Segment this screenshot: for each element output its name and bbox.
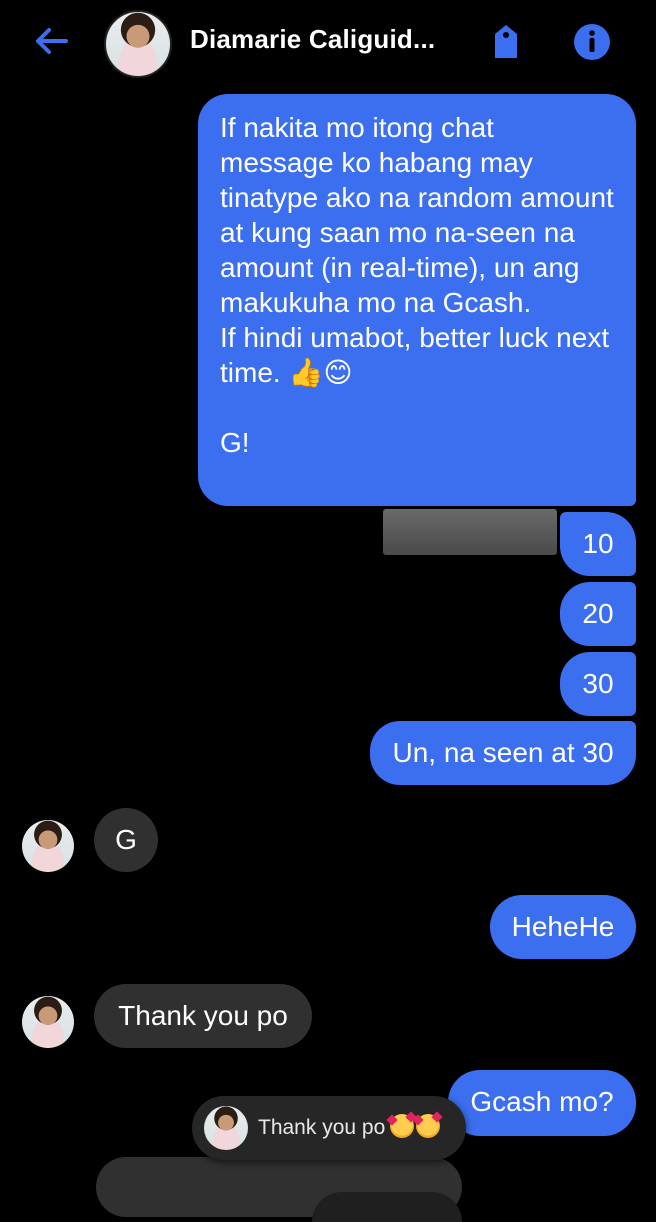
message-text: 10 (582, 528, 614, 559)
message-text: HeheHe (511, 911, 615, 942)
sender-avatar[interactable] (22, 996, 74, 1048)
message-bubble-incoming[interactable]: Thank you po (94, 984, 312, 1048)
message-bubble-partial[interactable] (312, 1192, 462, 1222)
smiling-face-with-hearts-icon (412, 1111, 443, 1138)
conversation-header: Diamarie Caliguid... (0, 0, 656, 84)
arrow-left-icon (36, 28, 68, 54)
contact-name[interactable]: Diamarie Caliguid... (190, 24, 450, 55)
message-text: Gcash mo? (470, 1086, 614, 1117)
message-bubble-outgoing[interactable]: 30 (560, 652, 636, 716)
notification-text: Thank you po (258, 1116, 386, 1139)
notification-avatar (204, 1106, 248, 1150)
message-bubble-outgoing[interactable]: HeheHe (490, 895, 636, 959)
message-text: G (115, 824, 137, 855)
message-bubble-incoming[interactable]: G (94, 808, 158, 872)
tag-button[interactable] (484, 20, 528, 64)
info-icon (574, 24, 610, 60)
sender-avatar[interactable] (22, 820, 74, 872)
smiling-face-with-hearts-icon (386, 1111, 417, 1138)
new-message-notification[interactable]: Thank you po (192, 1096, 466, 1160)
notification-emojis (386, 1111, 443, 1138)
message-bubble-outgoing[interactable]: Gcash mo? (448, 1070, 636, 1136)
tag-icon (495, 25, 517, 58)
message-bubble-outgoing[interactable]: If nakita mo itong chat message ko haban… (198, 94, 636, 506)
info-button[interactable] (570, 20, 614, 64)
message-bubble-outgoing[interactable]: 20 (560, 582, 636, 646)
message-text: Un, na seen at 30 (392, 737, 614, 768)
message-bubble-outgoing[interactable]: 10 (560, 512, 636, 576)
redacted-block (383, 509, 557, 555)
message-text: 20 (582, 598, 614, 629)
message-text: 30 (582, 668, 614, 699)
message-bubble-outgoing[interactable]: Un, na seen at 30 (370, 721, 636, 785)
message-text: Thank you po (118, 1000, 288, 1031)
back-button[interactable] (28, 20, 74, 62)
contact-avatar[interactable] (104, 10, 172, 78)
